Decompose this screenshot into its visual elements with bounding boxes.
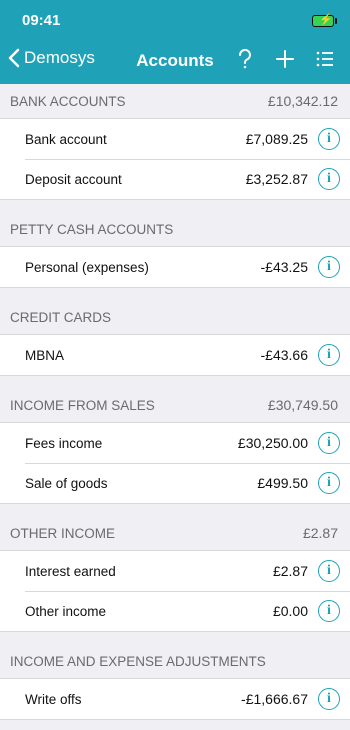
section-total: £2.87 xyxy=(302,525,338,541)
account-section: INCOME AND EXPENSE ADJUSTMENTS Write offs… xyxy=(0,644,350,720)
section-header: OTHER INCOME £2.87 xyxy=(0,516,350,551)
info-icon[interactable]: i xyxy=(318,432,340,454)
account-balance: £30,250.00 xyxy=(237,435,308,451)
account-name: Write offs xyxy=(25,691,82,707)
account-balance: £7,089.25 xyxy=(245,131,308,147)
account-row[interactable]: Personal (expenses) -£43.25 i xyxy=(0,247,350,287)
section-header: INCOME FROM SALES £30,749.50 xyxy=(0,388,350,423)
account-balance: £0.00 xyxy=(272,603,308,619)
accounts-list: BANK ACCOUNTS £10,342.12 Bank account £7,08… xyxy=(0,84,350,720)
info-icon[interactable]: i xyxy=(318,600,340,622)
account-balance: -£43.66 xyxy=(260,347,308,363)
account-row[interactable]: Deposit account £3,252.87 i xyxy=(0,159,350,199)
help-button[interactable] xyxy=(234,47,256,71)
section-header: INCOME AND EXPENSE ADJUSTMENTS xyxy=(0,644,350,679)
section-title: CREDIT CARDS xyxy=(10,309,112,325)
back-label: Demosys xyxy=(24,48,95,67)
list-icon xyxy=(316,51,333,67)
navigation-bar: Demosys Accounts xyxy=(0,44,350,78)
section-title: OTHER INCOME xyxy=(10,525,116,541)
info-icon[interactable]: i xyxy=(318,344,340,366)
info-icon[interactable]: i xyxy=(318,560,340,582)
section-header: CREDIT CARDS xyxy=(0,300,350,335)
battery-icon: ⚡ xyxy=(312,14,337,27)
section-title: BANK ACCOUNTS xyxy=(10,93,126,109)
account-balance: £499.50 xyxy=(257,475,308,491)
account-balance: £2.87 xyxy=(272,563,308,579)
section-total: £10,342.12 xyxy=(267,93,338,109)
account-balance: -£1,666.67 xyxy=(241,691,308,707)
back-button[interactable]: Demosys xyxy=(8,48,95,68)
question-icon xyxy=(238,48,251,69)
account-name: Other income xyxy=(25,603,107,619)
account-name: Interest earned xyxy=(25,563,116,579)
account-section: BANK ACCOUNTS £10,342.12 Bank account £7,08… xyxy=(0,84,350,200)
account-balance: -£43.25 xyxy=(260,259,308,275)
info-icon[interactable]: i xyxy=(318,128,340,150)
account-row[interactable]: Interest earned £2.87 i xyxy=(0,551,350,591)
info-icon[interactable]: i xyxy=(318,472,340,494)
account-section: PETTY CASH ACCOUNTS Personal (expenses) -£… xyxy=(0,212,350,288)
status-bar: 09:41 ⚡ xyxy=(0,0,350,40)
section-header: PETTY CASH ACCOUNTS xyxy=(0,212,350,247)
account-section: OTHER INCOME £2.87 Interest earned £2.87 i Ot… xyxy=(0,516,350,632)
account-name: Bank account xyxy=(25,131,107,147)
add-button[interactable] xyxy=(274,47,296,71)
list-menu-button[interactable] xyxy=(314,47,336,71)
account-name: Deposit account xyxy=(25,171,122,187)
account-row[interactable]: MBNA -£43.66 i xyxy=(0,335,350,375)
plus-icon xyxy=(276,50,294,68)
account-row[interactable]: Fees income £30,250.00 i xyxy=(0,423,350,463)
section-header: BANK ACCOUNTS £10,342.12 xyxy=(0,84,350,119)
section-title: INCOME AND EXPENSE ADJUSTMENTS xyxy=(10,653,266,669)
status-time: 09:41 xyxy=(22,12,61,29)
section-total: £30,749.50 xyxy=(267,397,338,413)
account-row[interactable]: Write offs -£1,666.67 i xyxy=(0,679,350,719)
account-name: MBNA xyxy=(25,347,65,363)
account-section: INCOME FROM SALES £30,749.50 Fees income £3… xyxy=(0,388,350,504)
info-icon[interactable]: i xyxy=(318,256,340,278)
account-row[interactable]: Sale of goods £499.50 i xyxy=(0,463,350,503)
info-icon[interactable]: i xyxy=(318,168,340,190)
account-row[interactable]: Other income £0.00 i xyxy=(0,591,350,631)
top-bar: 09:41 ⚡ Demosys Accounts xyxy=(0,0,350,84)
account-balance: £3,252.87 xyxy=(245,171,308,187)
account-name: Fees income xyxy=(25,435,103,451)
account-name: Sale of goods xyxy=(25,475,108,491)
account-section: CREDIT CARDS MBNA -£43.66 i xyxy=(0,300,350,376)
info-icon[interactable]: i xyxy=(318,688,340,710)
section-title: PETTY CASH ACCOUNTS xyxy=(10,221,174,237)
account-row[interactable]: Bank account £7,089.25 i xyxy=(0,119,350,159)
account-name: Personal (expenses) xyxy=(25,259,149,275)
chevron-left-icon xyxy=(8,48,20,68)
section-title: INCOME FROM SALES xyxy=(10,397,155,413)
